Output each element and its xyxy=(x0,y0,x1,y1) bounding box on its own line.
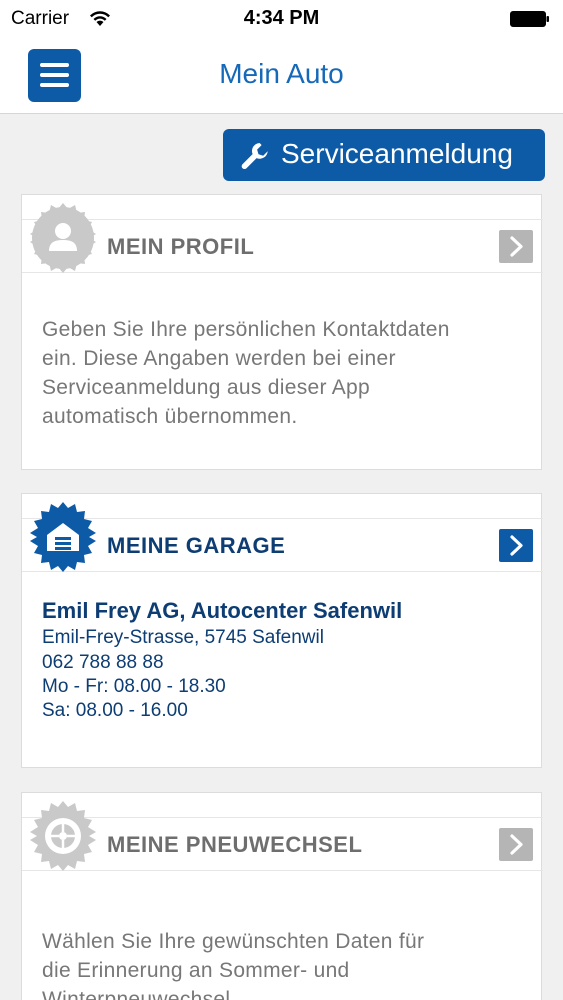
profile-card[interactable]: MEIN PROFIL Geben Sie Ihre persönlichen … xyxy=(21,194,543,470)
chevron-right-icon xyxy=(499,828,533,861)
garage-hours-saturday: Sa: 08.00 - 16.00 xyxy=(42,700,188,721)
chevron-right-icon xyxy=(499,230,533,263)
tire-change-card-header[interactable]: MEINE PNEUWECHSEL xyxy=(22,801,543,871)
tire-change-chevron-button[interactable] xyxy=(499,828,533,861)
profile-card-description: Geben Sie Ihre persönlichen Kontaktdaten… xyxy=(42,318,450,428)
battery-icon xyxy=(510,11,549,27)
garage-phone[interactable]: 062 788 88 88 xyxy=(42,652,164,674)
tire-change-card-description: Wählen Sie Ihre gewünschten Daten für di… xyxy=(42,930,425,1000)
garage-name: Emil Frey AG, Autocenter Safenwil xyxy=(42,598,403,623)
garage-hours-weekday: Mo - Fr: 08.00 - 18.30 xyxy=(42,676,226,697)
wrench-icon xyxy=(241,143,268,170)
profile-chevron-button[interactable] xyxy=(499,230,533,263)
clock: 4:34 PM xyxy=(243,7,320,29)
tire-change-card[interactable]: MEINE PNEUWECHSEL Wählen Sie Ihre gewüns… xyxy=(21,792,543,1000)
service-registration-button[interactable]: Serviceanmeldung xyxy=(223,129,545,181)
garage-card-header[interactable]: MEINE GARAGE xyxy=(22,502,543,572)
profile-card-header[interactable]: MEIN PROFIL xyxy=(22,203,543,273)
page-title: Mein Auto xyxy=(219,58,344,89)
status-bar: Carrier 4:34 PM xyxy=(0,0,563,38)
garage-chevron-button[interactable] xyxy=(499,529,533,562)
tire-change-card-title: MEINE PNEUWECHSEL xyxy=(107,832,363,857)
person-icon xyxy=(30,203,96,273)
chevron-right-icon xyxy=(499,529,533,562)
garage-card[interactable]: MEINE GARAGE Emil Frey AG, Autocenter Sa… xyxy=(21,493,543,768)
navigation-bar: Mein Auto xyxy=(0,38,563,114)
service-button-label: Serviceanmeldung xyxy=(281,138,513,169)
garage-icon xyxy=(30,502,96,572)
garage-card-title: MEINE GARAGE xyxy=(107,533,286,558)
garage-address: Emil-Frey-Strasse, 5745 Safenwil xyxy=(42,627,324,648)
tire-icon xyxy=(30,801,96,871)
profile-card-title: MEIN PROFIL xyxy=(107,234,255,259)
